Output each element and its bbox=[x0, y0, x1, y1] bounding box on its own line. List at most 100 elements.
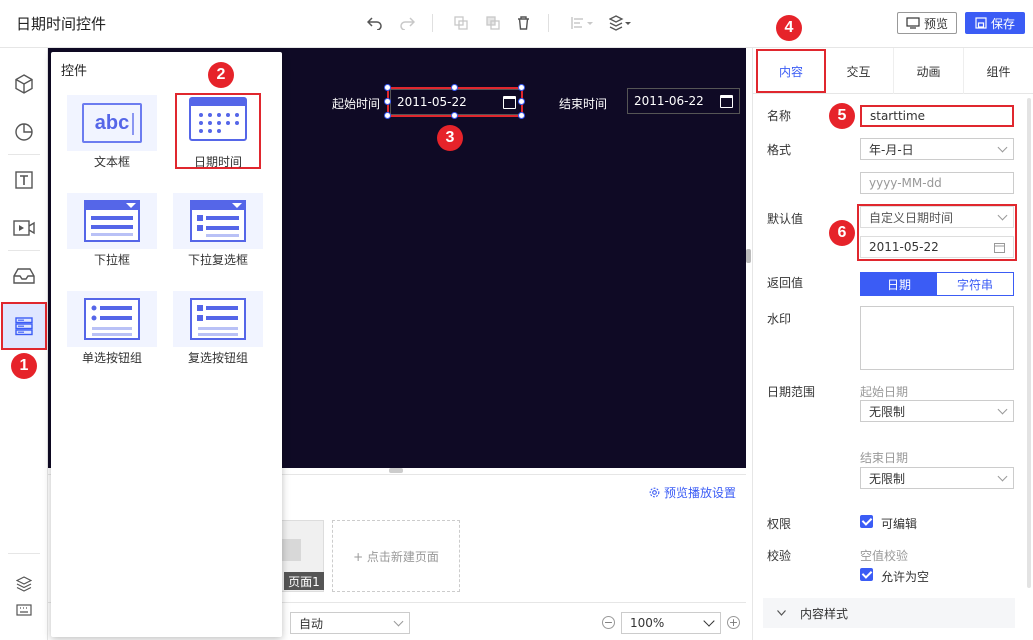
controls-popup: 控件 abc 文本框 日期时间 下拉框 下拉复选框 单选按钮组 复选按钮组 bbox=[51, 52, 282, 637]
auto-select-value: 自动 bbox=[299, 616, 324, 631]
default-date-input[interactable]: 2011-05-22 bbox=[860, 236, 1014, 258]
scrollbar[interactable] bbox=[1027, 98, 1031, 588]
control-dropdown[interactable] bbox=[67, 193, 157, 249]
content-style-label: 内容样式 bbox=[800, 606, 849, 621]
return-date-option[interactable]: 日期 bbox=[861, 273, 937, 295]
range-start-select[interactable]: 无限制 bbox=[860, 400, 1014, 422]
tab-animation[interactable]: 动画 bbox=[894, 48, 964, 94]
calendar-icon[interactable] bbox=[994, 242, 1005, 253]
content-style-section[interactable]: 内容样式 bbox=[763, 598, 1015, 628]
date-range-label: 日期范围 bbox=[767, 385, 816, 399]
end-time-value: 2011-06-22 bbox=[634, 94, 704, 108]
chart-pie-icon[interactable] bbox=[8, 116, 40, 148]
resize-handle[interactable] bbox=[384, 112, 391, 119]
zoom-out-icon[interactable]: − bbox=[602, 616, 615, 629]
range-end-value: 无限制 bbox=[869, 471, 906, 486]
text-icon[interactable] bbox=[8, 164, 40, 196]
format-select-value: 年-月-日 bbox=[869, 142, 914, 157]
calendar-icon[interactable] bbox=[720, 95, 733, 108]
panel-resize-handle[interactable] bbox=[389, 468, 403, 473]
watermark-label: 水印 bbox=[767, 312, 792, 326]
return-string-option[interactable]: 字符串 bbox=[937, 273, 1013, 295]
tab-interaction[interactable]: 交互 bbox=[824, 48, 894, 94]
marker-1: 1 bbox=[11, 353, 37, 379]
zoom-select[interactable]: 100% bbox=[621, 612, 721, 634]
resize-handle[interactable] bbox=[518, 112, 525, 119]
paste-icon[interactable] bbox=[484, 14, 502, 32]
toolbar-divider bbox=[432, 14, 433, 32]
zoom-in-icon[interactable]: + bbox=[727, 616, 740, 629]
tab-component[interactable]: 组件 bbox=[964, 48, 1033, 94]
radio-group-icon bbox=[84, 298, 140, 340]
preview-button-label: 预览 bbox=[923, 16, 948, 31]
validation-label: 校验 bbox=[767, 549, 792, 563]
chevron-down-icon bbox=[997, 142, 1008, 153]
marker-3: 3 bbox=[437, 125, 463, 151]
range-end-select[interactable]: 无限制 bbox=[860, 467, 1014, 489]
save-button-label: 保存 bbox=[990, 16, 1015, 31]
control-label: 单选按钮组 bbox=[81, 351, 142, 365]
chevron-down-icon bbox=[997, 404, 1008, 415]
marker-6: 6 bbox=[829, 220, 855, 246]
default-mode-select[interactable]: 自定义日期时间 bbox=[860, 206, 1014, 228]
redo-icon[interactable] bbox=[398, 14, 416, 32]
control-checkbox-group[interactable] bbox=[173, 291, 263, 347]
save-icon bbox=[975, 17, 987, 29]
save-button[interactable]: 保存 bbox=[965, 12, 1025, 34]
form-controls-icon[interactable] bbox=[1, 302, 47, 350]
resize-handle[interactable] bbox=[384, 98, 391, 105]
format-pattern-input[interactable]: yyyy-MM-dd bbox=[860, 172, 1014, 194]
properties-panel: 内容 交互 动画 组件 名称 starttime 格式 年-月-日 yyyy-M… bbox=[752, 48, 1033, 640]
name-input[interactable]: starttime bbox=[860, 105, 1014, 127]
copy-icon[interactable] bbox=[452, 14, 470, 32]
monitor-icon bbox=[906, 17, 920, 29]
dropdown-icon bbox=[84, 200, 140, 242]
dropdown-checkbox-icon bbox=[190, 200, 246, 242]
control-label: 日期时间 bbox=[193, 155, 242, 169]
panel-resize-handle[interactable] bbox=[746, 249, 751, 263]
top-bar: 日期时间控件 预览 保存 bbox=[0, 0, 1033, 48]
empty-validation-label: 空值校验 bbox=[860, 549, 909, 563]
chevron-down-icon bbox=[393, 616, 404, 627]
control-dropdown-checkbox[interactable] bbox=[173, 193, 263, 249]
allow-empty-checkbox[interactable] bbox=[860, 568, 873, 581]
resize-handle[interactable] bbox=[518, 84, 525, 91]
resize-handle[interactable] bbox=[451, 84, 458, 91]
control-textbox[interactable]: abc bbox=[67, 95, 157, 151]
rail-divider bbox=[8, 154, 40, 155]
left-rail bbox=[0, 48, 48, 640]
format-select[interactable]: 年-月-日 bbox=[860, 138, 1014, 160]
range-start-label: 起始日期 bbox=[860, 385, 909, 399]
popup-title: 控件 bbox=[61, 64, 88, 79]
resize-handle[interactable] bbox=[451, 112, 458, 119]
range-end-label: 结束日期 bbox=[860, 451, 909, 465]
keyboard-icon[interactable] bbox=[8, 594, 40, 626]
component-cube-icon[interactable] bbox=[8, 68, 40, 100]
control-label: 下拉框 bbox=[93, 253, 130, 267]
control-label: 复选按钮组 bbox=[187, 351, 248, 365]
gear-icon bbox=[649, 487, 660, 498]
end-time-picker[interactable]: 2011-06-22 bbox=[627, 88, 740, 114]
preview-button[interactable]: 预览 bbox=[897, 12, 957, 34]
control-label: 文本框 bbox=[93, 155, 130, 169]
delete-icon[interactable] bbox=[514, 14, 532, 32]
control-radio-group[interactable] bbox=[67, 291, 157, 347]
layers-icon[interactable] bbox=[608, 14, 634, 32]
preview-settings-link[interactable]: 预览播放设置 bbox=[649, 484, 736, 501]
tab-content[interactable]: 内容 bbox=[756, 49, 826, 93]
media-icon[interactable] bbox=[8, 212, 40, 244]
new-page-button[interactable]: + 点击新建页面 bbox=[332, 520, 460, 592]
return-value-toggle: 日期 字符串 bbox=[860, 272, 1014, 296]
watermark-textarea[interactable] bbox=[860, 306, 1014, 370]
default-date-value: 2011-05-22 bbox=[869, 240, 939, 254]
resize-handle[interactable] bbox=[384, 84, 391, 91]
container-icon[interactable] bbox=[8, 260, 40, 292]
undo-icon[interactable] bbox=[366, 14, 384, 32]
auto-select[interactable]: 自动 bbox=[290, 612, 410, 634]
range-start-value: 无限制 bbox=[869, 404, 906, 419]
editable-checkbox[interactable] bbox=[860, 515, 873, 528]
app-title: 日期时间控件 bbox=[16, 15, 107, 33]
resize-handle[interactable] bbox=[518, 98, 525, 105]
align-icon[interactable] bbox=[570, 14, 596, 32]
checkbox-group-icon bbox=[190, 298, 246, 340]
